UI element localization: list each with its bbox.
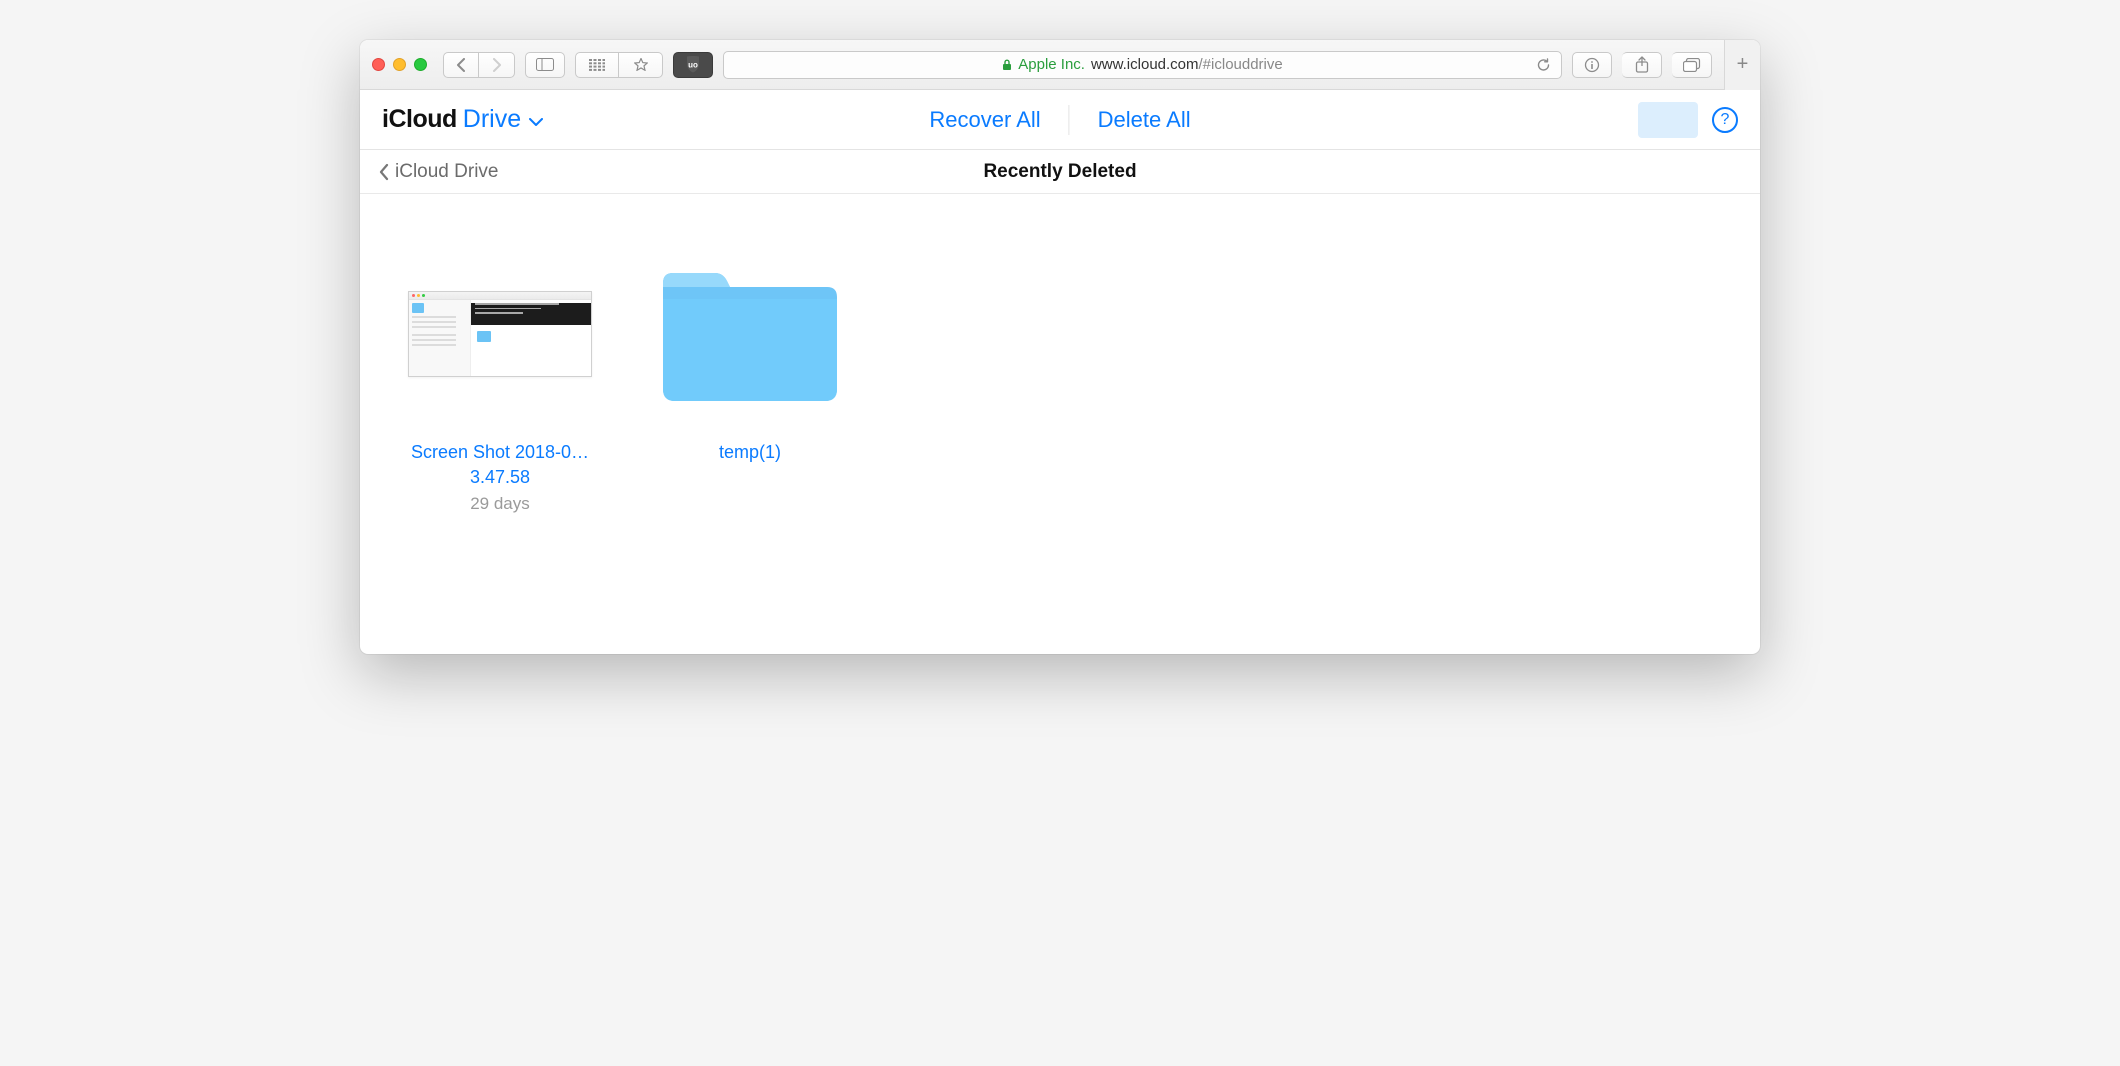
top-sites-button[interactable]: [575, 52, 619, 78]
recover-all-button[interactable]: Recover All: [929, 107, 1040, 133]
share-button[interactable]: [1622, 52, 1662, 78]
divider: [1069, 105, 1070, 135]
screenshot-thumbnail: [408, 291, 592, 377]
brand-icloud: iCloud: [382, 105, 457, 134]
browser-toolbar: uo Apple Inc. www.icloud.com/#iclouddriv…: [360, 40, 1760, 90]
address-bar[interactable]: Apple Inc. www.icloud.com/#iclouddrive: [723, 51, 1562, 79]
location-bar: iCloud Drive Recently Deleted: [360, 150, 1760, 194]
breadcrumb-back[interactable]: iCloud Drive: [378, 161, 498, 183]
svg-text:uo: uo: [688, 61, 698, 70]
brand-drive: Drive: [463, 105, 521, 134]
delete-all-button[interactable]: Delete All: [1098, 107, 1191, 133]
tabs-button[interactable]: [1672, 52, 1712, 78]
ublock-extension-button[interactable]: uo: [673, 52, 713, 78]
thumbnail: [408, 254, 592, 414]
header-right: ?: [1638, 102, 1738, 138]
help-button[interactable]: ?: [1712, 107, 1738, 133]
view-button-group: [575, 52, 663, 78]
icloud-header: iCloud Drive Recover All Delete All ?: [360, 90, 1760, 150]
app-switcher[interactable]: iCloud Drive: [382, 105, 543, 134]
item-meta: 29 days: [470, 494, 530, 514]
account-avatar[interactable]: [1638, 102, 1698, 138]
thumbnail: [655, 254, 845, 414]
sidebar-toggle-button[interactable]: [525, 52, 565, 78]
favorites-button[interactable]: [619, 52, 663, 78]
reload-button[interactable]: [1536, 57, 1551, 72]
url-domain: www.icloud.com: [1091, 56, 1199, 73]
deleted-item-folder[interactable]: temp(1): [650, 254, 850, 514]
reader-info-button[interactable]: [1572, 52, 1612, 78]
maximize-window-button[interactable]: [414, 58, 427, 71]
ssl-company: Apple Inc.: [1018, 56, 1085, 73]
minimize-window-button[interactable]: [393, 58, 406, 71]
page-title: Recently Deleted: [983, 161, 1136, 183]
close-window-button[interactable]: [372, 58, 385, 71]
item-name: Screen Shot 2018-0…3.47.58: [400, 440, 600, 490]
window-controls: [372, 58, 427, 71]
folder-icon: [655, 259, 845, 409]
nav-button-group: [443, 52, 515, 78]
header-actions: Recover All Delete All: [929, 105, 1190, 135]
chevron-down-icon: [529, 118, 543, 127]
deleted-item-screenshot[interactable]: Screen Shot 2018-0…3.47.58 29 days: [400, 254, 600, 514]
lock-icon: [1002, 59, 1012, 71]
file-grid: Screen Shot 2018-0…3.47.58 29 days temp(…: [360, 194, 1760, 654]
chevron-left-icon: [378, 163, 389, 181]
breadcrumb-label: iCloud Drive: [395, 161, 498, 183]
back-button[interactable]: [443, 52, 479, 78]
url-path: /#iclouddrive: [1199, 56, 1283, 73]
item-name: temp(1): [719, 440, 781, 465]
new-tab-button[interactable]: +: [1724, 40, 1760, 90]
forward-button[interactable]: [479, 52, 515, 78]
safari-window: uo Apple Inc. www.icloud.com/#iclouddriv…: [360, 40, 1760, 654]
